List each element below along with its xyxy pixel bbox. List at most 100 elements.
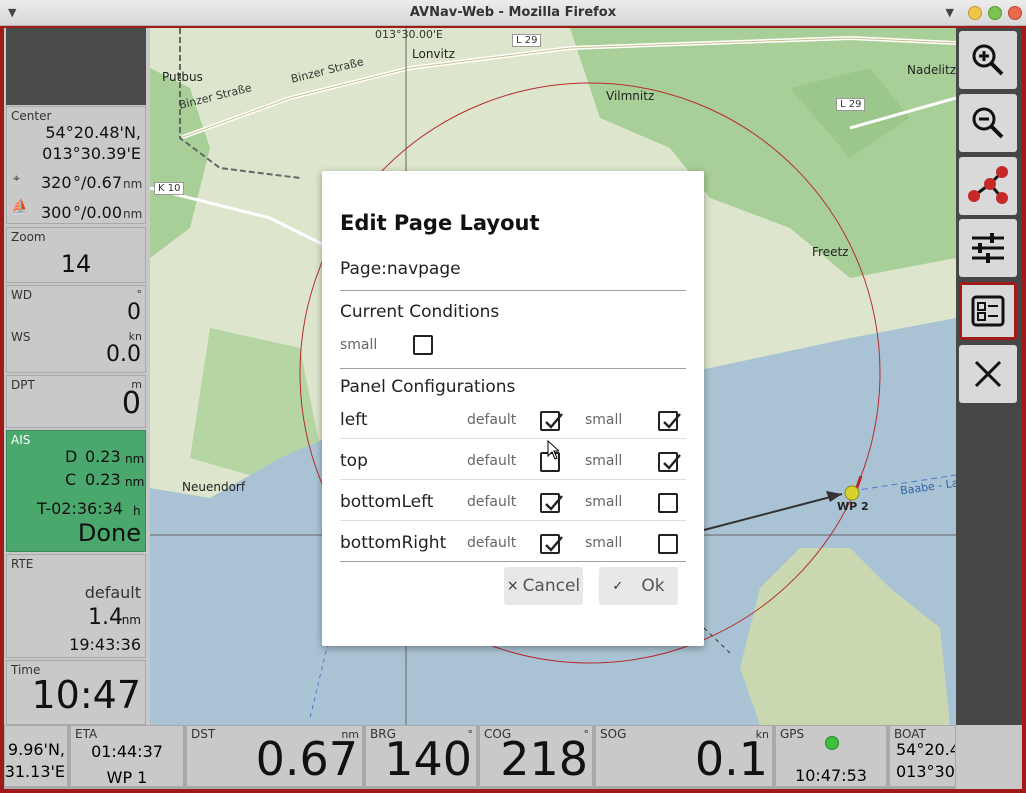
eta-widget[interactable]: ETA 01:44:37 WP 1 [70,725,184,787]
gps-label: GPS [780,727,805,741]
boat-icon: ⛵ [11,199,29,215]
ok-label: Ok [641,576,665,596]
map-road-k10: K 10 [154,182,185,195]
current-conditions-small-checkbox[interactable] [413,335,433,355]
close-layout-button[interactable] [959,345,1017,403]
gps-widget[interactable]: GPS 10:47:53 [775,725,887,787]
position-widget[interactable]: 9.96'N, 31.13'E [4,725,68,787]
position-lat: 9.96'N, [7,740,65,759]
center-lat: 54°20.48'N, [45,123,141,142]
route-button[interactable] [959,157,1017,215]
route-widget[interactable]: RTE default 1.4 nm 19:43:36 [6,554,146,658]
sog-widget[interactable]: SOG kn 0.1 [595,725,773,787]
cancel-button[interactable]: × Cancel [504,567,583,605]
maximize-button[interactable] [988,6,1002,20]
window-title: AVNav-Web - Mozilla Firefox [409,5,617,20]
wd-value: 0 [127,300,141,325]
top-small-checkbox[interactable] [658,452,681,472]
panel-small-label: small [585,535,623,551]
dst-widget[interactable]: DST nm 0.67 [186,725,363,787]
zoom-value: 14 [60,250,92,278]
map-place-neuendorf: Neuendorf [182,480,246,494]
bottomleft-default-checkbox[interactable] [540,493,563,513]
panel-small-label: small [585,412,623,428]
ws-label: WS [11,330,31,344]
minimize-button[interactable] [968,6,982,20]
map-place-vilmnitz: Vilmnitz [606,89,655,103]
row-divider [340,520,686,521]
center-row1-value: 320 [41,173,72,192]
ais-c-value: 0.23 [85,470,121,489]
ais-c-label: C [65,470,77,489]
center-label: Center [11,109,52,123]
left-default-checkbox[interactable] [540,411,563,431]
window-titlebar: ▼ AVNav-Web - Mozilla Firefox ▼ [0,0,1026,26]
divider [340,368,686,369]
center-row1-unit2: nm [123,177,143,191]
map-place-lonvitz: Lonvitz [412,47,455,61]
map-place-freetz: Freetz [812,245,849,259]
divider [340,290,686,291]
panel-row-name: top [340,451,368,471]
zoom-out-button[interactable] [959,94,1017,152]
route-name: default [84,583,141,602]
mouse-cursor-icon [547,440,559,460]
close-window-button[interactable] [1008,6,1022,20]
right-toolbar [956,28,1022,725]
ais-label: AIS [11,433,31,447]
panel-default-label: default [467,453,517,469]
dst-value: 0.67 [255,732,358,786]
close-icon [974,360,1002,388]
boat-position-widget[interactable]: BOAT 54°20.4 013°30 [889,725,956,787]
ais-d-label: D [65,447,78,466]
zoom-widget[interactable]: Zoom 14 [6,227,146,283]
sliders-icon [972,233,1004,263]
bottomleft-small-checkbox[interactable] [658,493,678,513]
bottomright-small-checkbox[interactable] [658,534,678,554]
ok-button[interactable]: ✓ Ok [599,567,678,605]
cancel-icon: × [506,578,519,594]
boat-label: BOAT [894,727,926,741]
ais-d-unit: nm [125,452,145,466]
ais-t-unit: h [133,504,141,518]
ais-c-unit: nm [125,475,145,489]
map-place-nadelitz: Nadelitz [907,63,956,77]
layout-editor-button[interactable] [959,282,1017,340]
gps-time: 10:47:53 [795,766,867,785]
layout-icon [971,295,1005,327]
sog-label: SOG [600,727,627,741]
boat-lon: 013°30 [896,762,955,781]
position-lon: 31.13'E [4,762,65,781]
center-widget[interactable]: Center 54°20.48'N, 013°30.39'E ⌖ 320 °/0… [6,106,146,224]
wind-widget[interactable]: WD ° 0 WS kn 0.0 [6,285,146,373]
panel-row-name: bottomRight [340,533,447,553]
check-icon: ✓ [612,578,624,594]
route-label: RTE [11,557,34,571]
panel-default-label: default [467,494,517,510]
eta-time: 01:44:37 [91,742,163,761]
time-widget[interactable]: Time 10:47 [6,660,146,725]
wd-label: WD [11,288,33,302]
window-dropdown-icon[interactable]: ▼ [946,6,954,19]
ais-widget[interactable]: AIS D 0.23 nm C 0.23 nm T-02:36:34 h Don… [6,430,146,552]
crosshair-icon: ⌖ [13,171,20,185]
time-value: 10:47 [31,673,141,717]
settings-button[interactable] [959,219,1017,277]
check-icon [545,495,563,511]
map-waypoint-label[interactable]: WP 2 [837,500,869,513]
zoom-out-icon [972,107,1004,139]
check-icon [663,454,681,470]
panel-row-name: left [340,410,368,430]
zoom-in-button[interactable] [959,31,1017,89]
left-small-checkbox[interactable] [658,411,681,431]
depth-label: DPT [11,378,35,392]
cog-widget[interactable]: COG ° 218 [479,725,593,787]
sog-value: 0.1 [694,732,768,786]
route-icon [968,166,1008,204]
bottomright-default-checkbox[interactable] [540,534,563,554]
row-divider [340,561,686,562]
brg-widget[interactable]: BRG ° 140 [365,725,477,787]
depth-widget[interactable]: DPT m 0 [6,375,146,428]
cancel-label: Cancel [522,576,581,596]
dialog-page-name: Page:navpage [340,259,461,279]
